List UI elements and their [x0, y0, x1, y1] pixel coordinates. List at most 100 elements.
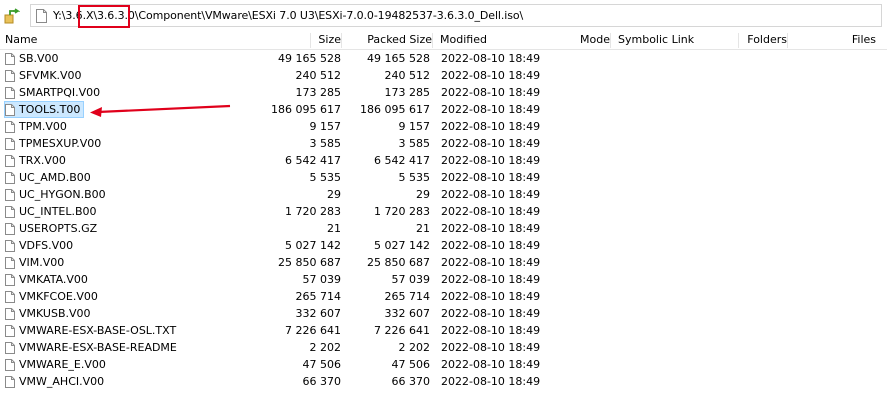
file-size: 240 512 [295, 69, 342, 82]
file-row[interactable]: SFVMK.V00 240 512 240 512 2022-08-10 18:49 [0, 67, 887, 84]
highlight-box-annotation [78, 5, 130, 28]
file-modified: 2022-08-10 18:49 [441, 120, 541, 133]
file-row[interactable]: SB.V00 49 165 528 49 165 528 2022-08-10 18:… [0, 50, 887, 67]
column-packed-size[interactable]: Packed Size [344, 33, 433, 48]
file-name: TOOLS.T00 [19, 103, 81, 116]
file-icon [5, 171, 15, 184]
file-row[interactable]: VMWARE_E.V00 47 506 47 506 2022-08-10 18:49 [0, 356, 887, 373]
file-name-cell[interactable]: VMKUSB.V00 [5, 306, 94, 321]
file-icon [5, 222, 15, 235]
file-row[interactable]: UC_HYGON.B00 29 29 2022-08-10 18:49 [0, 186, 887, 203]
file-packed-size: 1 720 283 [374, 205, 430, 218]
file-packed-size: 240 512 [384, 69, 431, 82]
file-modified: 2022-08-10 18:49 [441, 154, 541, 167]
file-icon [5, 239, 15, 252]
file-name-cell[interactable]: VMWARE-ESX-BASE-OSL.TXT [5, 323, 179, 338]
file-packed-size: 9 157 [398, 120, 431, 133]
file-modified: 2022-08-10 18:49 [441, 222, 541, 235]
file-name-cell[interactable]: UC_HYGON.B00 [5, 187, 109, 202]
file-row[interactable]: VMKUSB.V00 332 607 332 607 2022-08-10 18:49 [0, 305, 887, 322]
file-size: 7 226 641 [285, 324, 341, 337]
file-packed-size: 57 039 [391, 273, 431, 286]
file-icon [5, 188, 15, 201]
file-icon [5, 375, 15, 388]
file-name-cell[interactable]: VDFS.V00 [5, 238, 76, 253]
file-size: 6 542 417 [285, 154, 341, 167]
file-size: 47 506 [302, 358, 342, 371]
file-name: VMW_AHCI.V00 [19, 375, 105, 388]
file-size: 9 157 [309, 120, 342, 133]
file-name-cell[interactable]: VMWARE_E.V00 [5, 357, 109, 372]
file-icon [5, 273, 15, 286]
file-icon [5, 86, 15, 99]
file-row[interactable]: VMWARE-ESX-BASE-README 2 202 2 202 2022-08-… [0, 339, 887, 356]
file-name: VMWARE-ESX-BASE-OSL.TXT [19, 324, 177, 337]
file-size: 173 285 [295, 86, 342, 99]
file-name-cell[interactable]: UC_AMD.B00 [5, 170, 94, 185]
file-row[interactable]: SMARTPQI.V00 173 285 173 285 2022-08-10 18:… [0, 84, 887, 101]
file-packed-size: 5 027 142 [374, 239, 430, 252]
file-modified: 2022-08-10 18:49 [441, 52, 541, 65]
file-row[interactable]: TPM.V00 9 157 9 157 2022-08-10 18:49 [0, 118, 887, 135]
file-name-cell[interactable]: SMARTPQI.V00 [5, 85, 103, 100]
file-icon [5, 52, 15, 65]
file-name-cell[interactable]: VMW_AHCI.V00 [5, 374, 107, 389]
file-name-cell[interactable]: TPMESXUP.V00 [5, 136, 104, 151]
file-row[interactable]: VIM.V00 25 850 687 25 850 687 2022-08-10 18… [0, 254, 887, 271]
file-name-cell[interactable]: SFVMK.V00 [5, 68, 85, 83]
file-modified: 2022-08-10 18:49 [441, 103, 541, 116]
file-row[interactable]: VMKFCOE.V00 265 714 265 714 2022-08-10 18:4… [0, 288, 887, 305]
column-name[interactable]: Name [5, 33, 311, 48]
file-packed-size: 186 095 617 [360, 103, 430, 116]
file-name-cell[interactable]: VMWARE-ESX-BASE-README [5, 340, 180, 355]
file-size: 21 [327, 222, 341, 235]
file-size: 265 714 [295, 290, 342, 303]
file-row[interactable]: VMWARE-ESX-BASE-OSL.TXT 7 226 641 7 226 64… [0, 322, 887, 339]
column-folders[interactable]: Folders [745, 33, 788, 48]
file-row[interactable]: UC_AMD.B00 5 535 5 535 2022-08-10 18:49 [0, 169, 887, 186]
file-modified: 2022-08-10 18:49 [441, 341, 541, 354]
file-row[interactable]: TPMESXUP.V00 3 585 3 585 2022-08-10 18:49 [0, 135, 887, 152]
file-name-cell[interactable]: TRX.V00 [5, 153, 69, 168]
file-modified: 2022-08-10 18:49 [441, 307, 541, 320]
file-row[interactable]: UC_INTEL.B00 1 720 283 1 720 283 2022-08-10… [0, 203, 887, 220]
file-packed-size: 3 585 [398, 137, 431, 150]
file-modified: 2022-08-10 18:49 [441, 188, 541, 201]
folder-up-button[interactable] [4, 8, 21, 24]
file-packed-size: 7 226 641 [374, 324, 430, 337]
file-row[interactable]: USEROPTS.GZ 21 21 2022-08-10 18:49 [0, 220, 887, 237]
file-icon [5, 205, 15, 218]
file-name-cell[interactable]: VIM.V00 [5, 255, 67, 270]
file-name: UC_INTEL.B00 [19, 205, 97, 218]
file-size: 66 370 [302, 375, 342, 388]
list-header: Name Size Packed Size Modified Mode Symb… [0, 31, 887, 50]
file-packed-size: 5 535 [398, 171, 431, 184]
file-icon [5, 324, 15, 337]
file-row[interactable]: VDFS.V00 5 027 142 5 027 142 2022-08-10 18:… [0, 237, 887, 254]
file-name-cell[interactable]: UC_INTEL.B00 [5, 204, 100, 219]
file-icon [5, 120, 15, 133]
file-modified: 2022-08-10 18:49 [441, 239, 541, 252]
file-name-cell[interactable]: TPM.V00 [5, 119, 70, 134]
file-packed-size: 6 542 417 [374, 154, 430, 167]
file-list[interactable]: Name Size Packed Size Modified Mode Symb… [0, 31, 887, 397]
path-field[interactable]: Y:\3.6.X\3.6.3.0\Component\VMware\ESXi 7… [30, 4, 882, 27]
file-packed-size: 47 506 [391, 358, 431, 371]
file-name: UC_HYGON.B00 [19, 188, 106, 201]
file-packed-size: 66 370 [391, 375, 431, 388]
file-name-cell[interactable]: VMKATA.V00 [5, 272, 91, 287]
column-mode[interactable]: Mode [570, 33, 611, 48]
file-name-cell[interactable]: USEROPTS.GZ [5, 221, 100, 236]
file-row[interactable]: TRX.V00 6 542 417 6 542 417 2022-08-10 18:4… [0, 152, 887, 169]
file-row[interactable]: VMKATA.V00 57 039 57 039 2022-08-10 18:49 [0, 271, 887, 288]
file-name-cell[interactable]: SB.V00 [5, 51, 62, 66]
file-modified: 2022-08-10 18:49 [441, 375, 541, 388]
file-name-cell[interactable]: TOOLS.T00 [4, 101, 85, 118]
column-files[interactable]: Files [820, 33, 876, 48]
column-size[interactable]: Size [311, 33, 342, 48]
column-symbolic-link[interactable]: Symbolic Link [618, 33, 739, 48]
file-name-cell[interactable]: VMKFCOE.V00 [5, 289, 101, 304]
file-name: UC_AMD.B00 [19, 171, 91, 184]
file-name: TPMESXUP.V00 [19, 137, 102, 150]
file-row[interactable]: VMW_AHCI.V00 66 370 66 370 2022-08-10 18:49 [0, 373, 887, 390]
